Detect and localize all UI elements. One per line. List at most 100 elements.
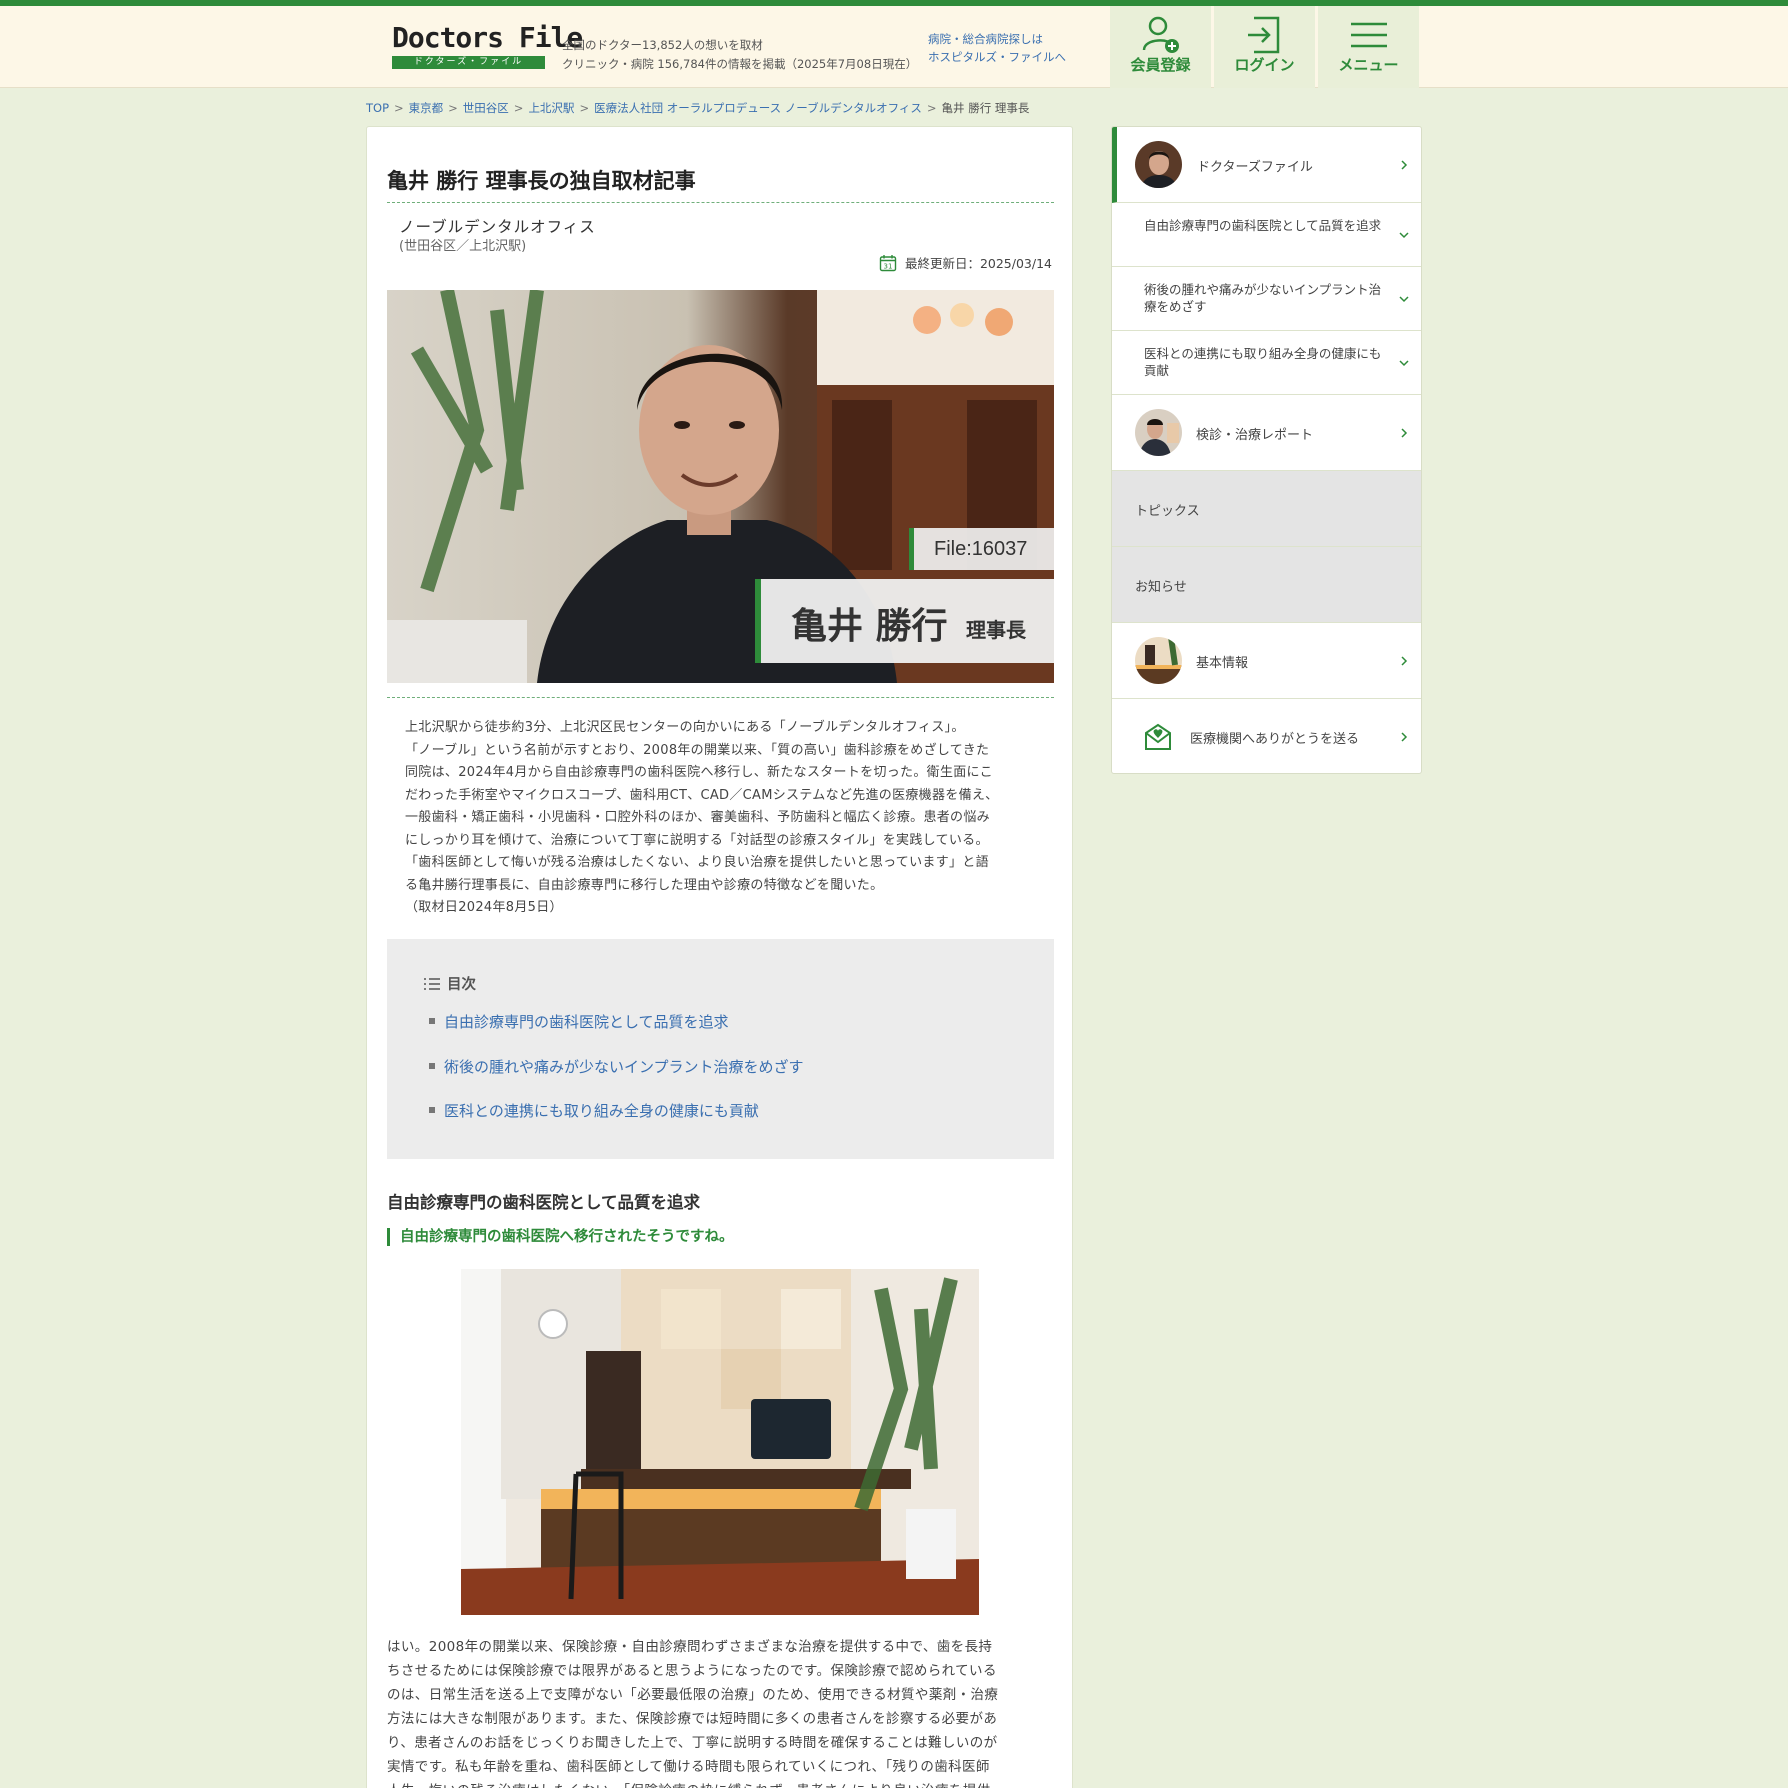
- sidebar-sublabel: 自由診療専門の歯科医院として品質を追求: [1144, 218, 1382, 233]
- interview-question: 自由診療専門の歯科医院へ移行されたそうですね。: [387, 1228, 734, 1246]
- breadcrumb-pref[interactable]: 東京都: [409, 101, 444, 115]
- register-button[interactable]: 会員登録: [1110, 6, 1211, 88]
- sidebar-item-report[interactable]: 検診・治療レポート: [1112, 395, 1421, 471]
- body-line: 実情です。私も年齢を重ね、歯科医師として働ける時間も限られていくにつれ、「残りの…: [387, 1759, 990, 1775]
- chevron-down-icon: [1399, 360, 1409, 367]
- menu-label: メニュー: [1338, 56, 1399, 74]
- toc-bullet: [429, 1017, 435, 1024]
- calendar-icon: 31: [879, 254, 897, 271]
- menu-button[interactable]: メニュー: [1318, 6, 1419, 88]
- chevron-right-icon: [1401, 656, 1408, 666]
- user-plus-icon: [1142, 16, 1179, 53]
- toc-bullet: [429, 1106, 435, 1113]
- clinic-area: (世田谷区／上北沢駅): [399, 239, 527, 254]
- register-label: 会員登録: [1130, 56, 1191, 74]
- intro-line: 「歯科医師として悔いが残る治療はしたくない、より良い治療を提供したいと思っていま…: [405, 855, 989, 870]
- toc-link-text: 術後の腫れや痛みが少ないインプラント治療をめざす: [444, 1058, 804, 1076]
- last-updated-text: 最終更新日：2025/03/14: [904, 256, 1052, 271]
- toc-link-3[interactable]: 医科との連携にも取り組み全身の健康にも貢献: [429, 1100, 759, 1121]
- toc-link-1[interactable]: 自由診療専門の歯科医院として品質を追求: [429, 1011, 729, 1032]
- article-card: 亀井 勝行 理事長の独自取材記事 ノーブルデンタルオフィス (世田谷区／上北沢駅…: [366, 126, 1073, 1788]
- hospitals-link-line2: ホスピタルズ・ファイルへ: [928, 50, 1066, 64]
- body-line: 人生、悔いの残る治療はしたくない。「保険診療の枠に縛られず、患者さんにより良い治…: [387, 1779, 1054, 1788]
- intro-line: だわった手術室やマイクロスコープ、歯科用CT、CAD／CAMシステムなど先進の医…: [405, 787, 999, 803]
- sidebar-subitem-3[interactable]: 医科との連携にも取り組み全身の健康にも貢献: [1112, 331, 1421, 395]
- chevron-down-icon: [1399, 232, 1409, 239]
- doctor-name-tag: 亀井 勝行 理事長: [755, 579, 1054, 663]
- breadcrumb-current: 亀井 勝行 理事長: [941, 101, 1030, 115]
- sidebar-subitem-2[interactable]: 術後の腫れや痛みが少ないインプラント治療をめざす: [1112, 267, 1421, 331]
- intro-line: 「ノーブル」という名前が示すとおり、2008年の開業以来、「質の高い」歯科診療を…: [405, 742, 990, 758]
- breadcrumb-sep: >: [926, 101, 937, 115]
- sidebar-label: トピックス: [1135, 504, 1200, 519]
- breadcrumb-clinic[interactable]: 医療法人社団 オーラルプロデュース ノーブルデンタルオフィス: [594, 101, 922, 115]
- site-tagline: 全国のドクター13,852人の想いを取材 クリニック・病院 156,784件の情…: [562, 36, 917, 74]
- sidebar-label: お知らせ: [1135, 580, 1187, 595]
- photo-divider: [387, 697, 1054, 698]
- sidebar-subitem-1[interactable]: 自由診療専門の歯科医院として品質を追求: [1112, 203, 1421, 267]
- article-body: はい。2008年の開業以来、保険診療・自由診療問わずさまざまな治療を提供する中で…: [387, 1635, 1054, 1788]
- login-label: ログイン: [1234, 56, 1295, 74]
- logo-title: Doctors File: [392, 21, 583, 54]
- toc-link-text: 自由診療専門の歯科医院として品質を追求: [444, 1013, 729, 1031]
- hospitals-link-line1: 病院・総合病院探しは: [928, 32, 1043, 46]
- login-button[interactable]: ログイン: [1214, 6, 1315, 88]
- intro-line: 同院は、2024年4月から自由診療専門の歯科医院へ移行し、新たなスタートを切った…: [405, 765, 993, 780]
- breadcrumb: TOP > 東京都 > 世田谷区 > 上北沢駅 > 医療法人社団 オーラルプロデュース ノーブル…: [366, 100, 1029, 116]
- tagline-clinics: クリニック・病院 156,784件の情報を掲載（2025年7月08日現在）: [562, 57, 918, 71]
- section-title: 自由診療専門の歯科医院として品質を追求: [387, 1193, 701, 1212]
- article-title: 亀井 勝行 理事長の独自取材記事: [387, 169, 696, 193]
- sidebar-item-topics[interactable]: トピックス: [1112, 471, 1421, 547]
- body-line: り、患者さんのお話をじっくりお聞きした上で、丁寧に説明する時間を確保することは難…: [387, 1735, 998, 1751]
- breadcrumb-station[interactable]: 上北沢駅: [528, 101, 574, 115]
- sidebar-label: 医療機関へありがとうを送る: [1190, 732, 1360, 747]
- sidebar-label: 検診・治療レポート: [1196, 428, 1314, 443]
- toc-link-2[interactable]: 術後の腫れや痛みが少ないインプラント治療をめざす: [429, 1056, 804, 1077]
- doctor-avatar: [1135, 141, 1182, 188]
- reception-photo: [461, 1269, 979, 1615]
- login-icon: [1248, 16, 1280, 54]
- clinic-thumbnail: [1135, 637, 1182, 684]
- breadcrumb-top[interactable]: TOP: [366, 101, 389, 115]
- toc-title-text: 目次: [447, 977, 476, 993]
- sidebar-item-doctors-file[interactable]: ドクターズファイル: [1112, 127, 1421, 203]
- reception-photo-art: [461, 1269, 979, 1615]
- intro-line: 一般歯科・矯正歯科・小児歯科・口腔外科のほか、審美歯科、予防歯科と幅広く診療。患…: [405, 810, 990, 825]
- clinic-name[interactable]: ノーブルデンタルオフィス: [399, 215, 596, 237]
- hamburger-icon: [1351, 22, 1387, 48]
- sidebar-item-basic-info[interactable]: 基本情報: [1112, 623, 1421, 699]
- title-divider: [387, 202, 1054, 203]
- logo-subtitle: ドクターズ・ファイル: [392, 56, 545, 69]
- intro-line: る亀井勝行理事長に、自由診療専門に移行した理由や診療の特徴などを聞いた。: [405, 877, 884, 893]
- toc-bullet: [429, 1062, 435, 1069]
- svg-text:31: 31: [883, 262, 892, 270]
- breadcrumb-sep: >: [394, 101, 404, 115]
- site-header: Doctors File ドクターズ・ファイル 全国のドクター13,852人の想…: [0, 6, 1788, 88]
- last-updated: 31 最終更新日：2025/03/14: [879, 253, 1052, 272]
- tagline-doctors: 全国のドクター13,852人の想いを取材: [562, 38, 763, 52]
- sidebar-sublabel: 術後の腫れや痛みが少ないインプラント治療をめざす: [1144, 282, 1382, 314]
- body-line: ちさせるためには保険診療では限界があると思うようになったのです。保険診療で認めら…: [387, 1663, 997, 1679]
- chevron-right-icon: [1401, 428, 1408, 438]
- doctor-photo: File:16037 亀井 勝行 理事長: [387, 290, 1054, 683]
- body-line: 方法には大きな制限があります。また、保険診療では短時間に多くの患者さんを診察する…: [387, 1711, 998, 1727]
- sidebar-label: ドクターズファイル: [1197, 160, 1313, 175]
- chevron-right-icon: [1401, 732, 1408, 742]
- breadcrumb-ward[interactable]: 世田谷区: [463, 101, 509, 115]
- toc-title: 目次: [423, 973, 476, 994]
- table-of-contents: 目次 自由診療専門の歯科医院として品質を追求 術後の腫れや痛みが少ないインプラン…: [387, 939, 1054, 1159]
- site-logo[interactable]: Doctors File ドクターズ・ファイル: [392, 21, 583, 69]
- article-intro: 上北沢駅から徒歩約3分、上北沢区民センターの向かいにある「ノーブルデンタルオフィ…: [405, 717, 1040, 920]
- body-line: はい。2008年の開業以来、保険診療・自由診療問わずさまざまな治療を提供する中で…: [387, 1639, 993, 1655]
- hospitals-file-link[interactable]: 病院・総合病院探しは ホスピタルズ・ファイルへ: [928, 30, 1066, 66]
- intro-line: にしっかり耳を傾けて、治療について丁寧に説明する「対話型の診療スタイル」を実践し…: [405, 832, 989, 848]
- report-thumbnail: [1135, 409, 1182, 456]
- envelope-heart-icon: [1145, 723, 1171, 750]
- file-number-tag: File:16037: [909, 528, 1054, 570]
- toc-link-text: 医科との連携にも取り組み全身の健康にも貢献: [444, 1102, 759, 1120]
- sidebar-item-thanks[interactable]: 医療機関へありがとうを送る: [1112, 699, 1421, 773]
- breadcrumb-sep: >: [513, 101, 524, 115]
- interview-date: （取材日2024年8月5日）: [405, 900, 563, 915]
- body-line: のは、日常生活を送る上で支障がない「必要最低限の治療」のため、使用できる材質や薬…: [387, 1687, 999, 1703]
- sidebar-item-news[interactable]: お知らせ: [1112, 547, 1421, 623]
